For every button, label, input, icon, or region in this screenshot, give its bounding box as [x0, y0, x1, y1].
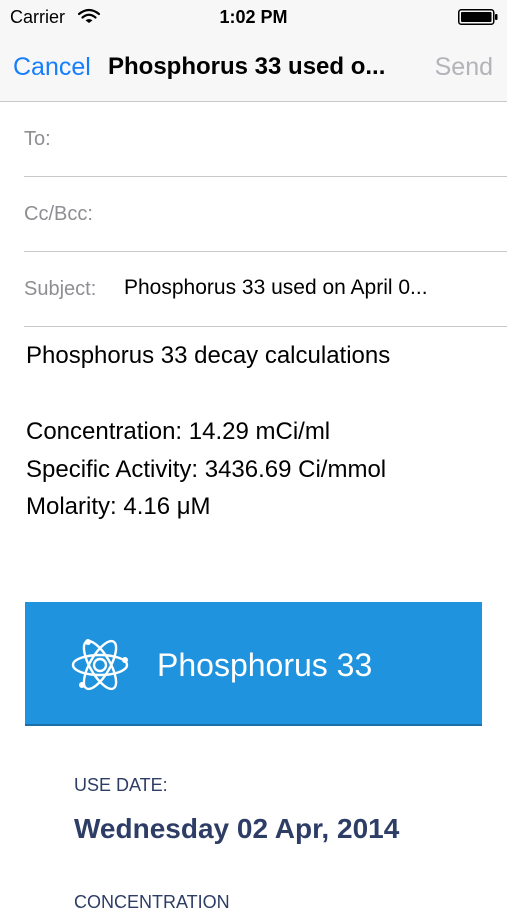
use-date-label: USE DATE:	[74, 775, 168, 795]
body-heading: Phosphorus 33 decay calculations	[26, 342, 391, 369]
concentration-label: CONCENTRATION	[74, 892, 230, 912]
atom-icon	[71, 639, 129, 691]
send-button[interactable]: Send	[435, 52, 493, 82]
isotope-banner: Phosphorus 33	[25, 602, 482, 726]
to-field[interactable]: To:	[24, 102, 507, 177]
concentration-line: Concentration: 14.29 mCi/ml	[26, 418, 331, 445]
navigation-bar: Cancel Phosphorus 33 used o... Send	[0, 34, 507, 100]
subject-field[interactable]: Subject: Phosphorus 33 used on April 0..…	[24, 252, 507, 327]
subject-label: Subject:	[24, 278, 97, 300]
cancel-button[interactable]: Cancel	[13, 52, 91, 82]
battery-icon	[458, 9, 498, 25]
top-bar: Carrier 1:02 PM Cancel Phosphorus 33 use…	[0, 0, 507, 102]
cc-bcc-field[interactable]: Cc/Bcc:	[24, 177, 507, 252]
specific-activity-line: Specific Activity: 3436.69 Ci/mmol	[26, 456, 387, 483]
status-bar: Carrier 1:02 PM	[0, 0, 507, 34]
compose-title: Phosphorus 33 used o...	[108, 53, 386, 80]
cc-bcc-label: Cc/Bcc:	[24, 203, 93, 225]
subject-value[interactable]: Phosphorus 33 used on April 0...	[124, 275, 486, 301]
to-label: To:	[24, 128, 51, 150]
banner-title: Phosphorus 33	[157, 647, 373, 683]
use-date-value: Wednesday 02 Apr, 2014	[74, 813, 400, 844]
status-time: 1:02 PM	[219, 7, 288, 27]
molarity-line: Molarity: 4.16 μM	[26, 493, 211, 520]
